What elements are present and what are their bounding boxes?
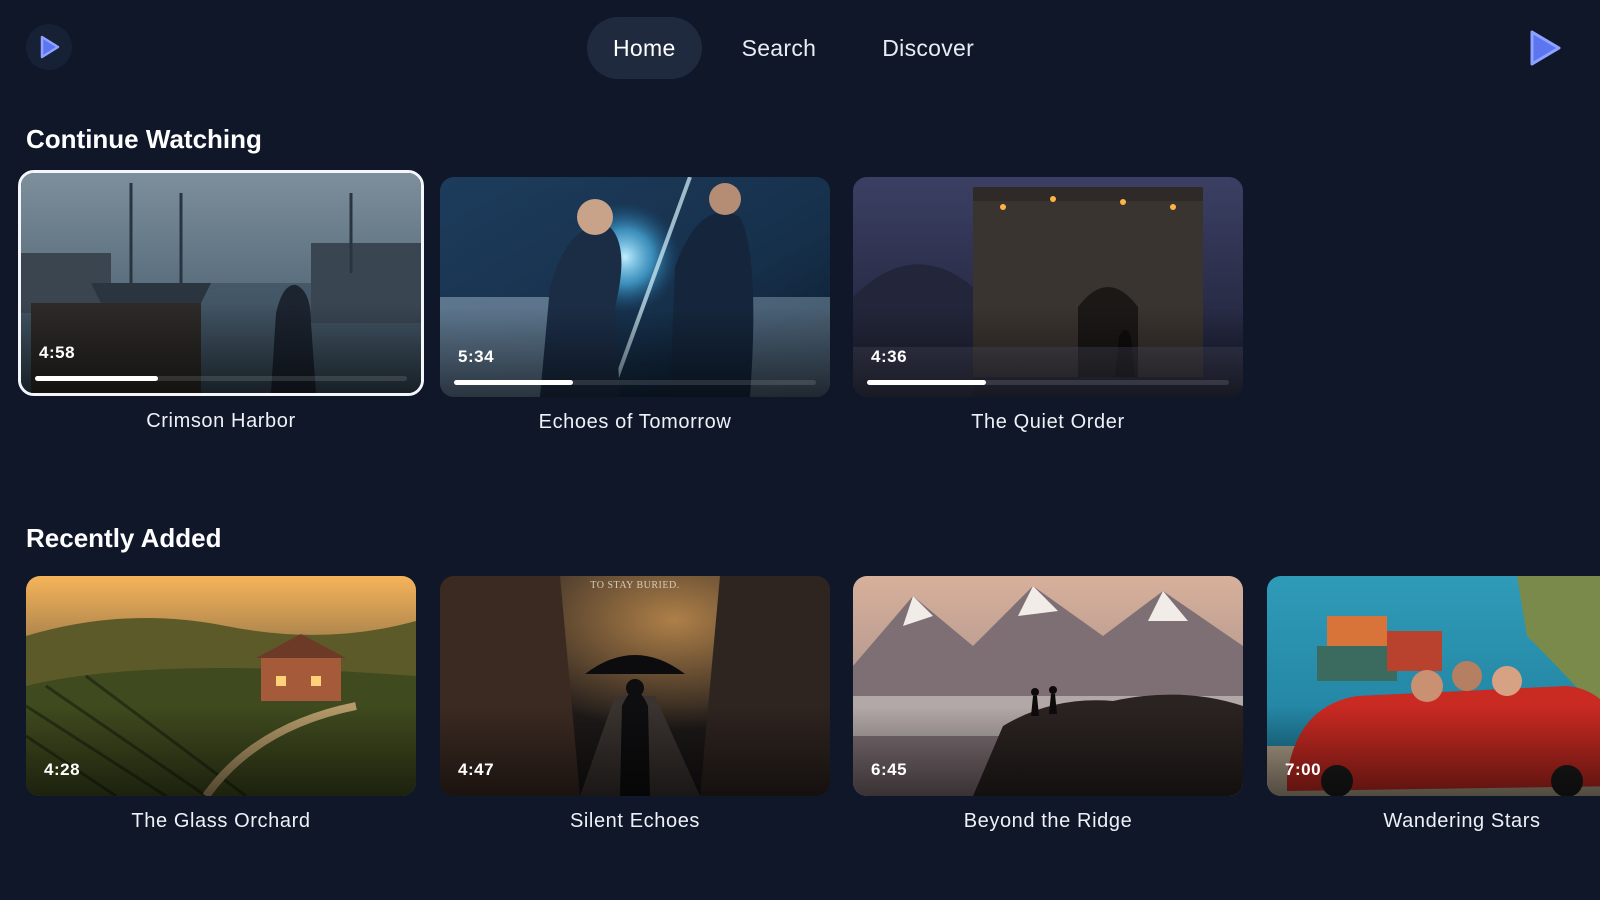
duration-label: 4:58 <box>39 343 76 362</box>
progress-fill <box>454 380 574 385</box>
card-title: Wandering Stars <box>1383 810 1541 832</box>
video-card-crimson-harbor[interactable]: 4:58 Crimson Harbor <box>18 170 424 433</box>
section-title-recently-added: Recently Added <box>26 523 222 553</box>
app-root: Home Search Discover Continue Watching 4… <box>0 0 1600 900</box>
tab-home[interactable]: Home <box>587 17 702 79</box>
tab-search[interactable]: Search <box>716 17 843 79</box>
play-logo-icon[interactable] <box>26 24 72 70</box>
section-title-continue-watching: Continue Watching <box>26 124 262 154</box>
video-card-echoes-of-tomorrow[interactable]: 5:34 Echoes of Tomorrow <box>440 177 830 434</box>
thumbnail-shade <box>1267 706 1600 796</box>
duration-label: 4:36 <box>871 347 908 366</box>
duration-label: 6:45 <box>871 760 908 779</box>
thumbnail-shade <box>440 706 830 796</box>
video-card-wandering-stars[interactable]: 7:00 Wandering Stars <box>1267 576 1600 833</box>
thumbnail: 4:58 <box>18 170 424 396</box>
thumbnail: 4:28 <box>26 576 416 796</box>
play-logo-glyph-large <box>1530 30 1561 66</box>
progress-track <box>454 380 816 385</box>
card-title: Beyond the Ridge <box>963 810 1133 832</box>
progress-track <box>867 380 1229 385</box>
card-title: The Glass Orchard <box>131 810 311 832</box>
thumbnail: 5:34 <box>440 177 830 397</box>
video-card-the-glass-orchard[interactable]: 4:28 The Glass Orchard <box>26 576 416 833</box>
duration-label: 4:47 <box>458 760 495 779</box>
tab-discover[interactable]: Discover <box>856 17 1000 79</box>
video-card-the-quiet-order[interactable]: 4:36 The Quiet Order <box>853 177 1243 434</box>
duration-label: 7:00 <box>1285 760 1322 779</box>
video-card-beyond-the-ridge[interactable]: 6:45 Beyond the Ridge <box>853 576 1243 833</box>
card-title: The Quiet Order <box>971 411 1125 433</box>
progress-fill <box>867 380 987 385</box>
thumbnail: 6:45 <box>853 576 1243 796</box>
thumbnail-shade <box>26 706 416 796</box>
play-logo-glyph <box>40 35 60 59</box>
card-title: Crimson Harbor <box>146 410 296 432</box>
progress-fill <box>35 376 158 381</box>
duration-label: 4:28 <box>44 760 81 779</box>
duration-label: 5:34 <box>458 347 495 366</box>
top-nav: Home Search Discover <box>587 17 1000 79</box>
poster-tagline: TO STAY BURIED. <box>590 580 680 591</box>
thumbnail: 4:36 <box>853 177 1243 397</box>
card-title: Echoes of Tomorrow <box>538 411 732 433</box>
video-card-silent-echoes[interactable]: TO STAY BURIED. 4:47 Silent Echoes <box>440 576 830 833</box>
thumbnail: 7:00 <box>1267 576 1600 796</box>
thumbnail: TO STAY BURIED. 4:47 <box>440 576 830 796</box>
card-title: Silent Echoes <box>569 810 701 832</box>
progress-track <box>35 376 407 381</box>
thumbnail-shade <box>853 706 1243 796</box>
profile-play-icon[interactable] <box>1518 22 1570 74</box>
